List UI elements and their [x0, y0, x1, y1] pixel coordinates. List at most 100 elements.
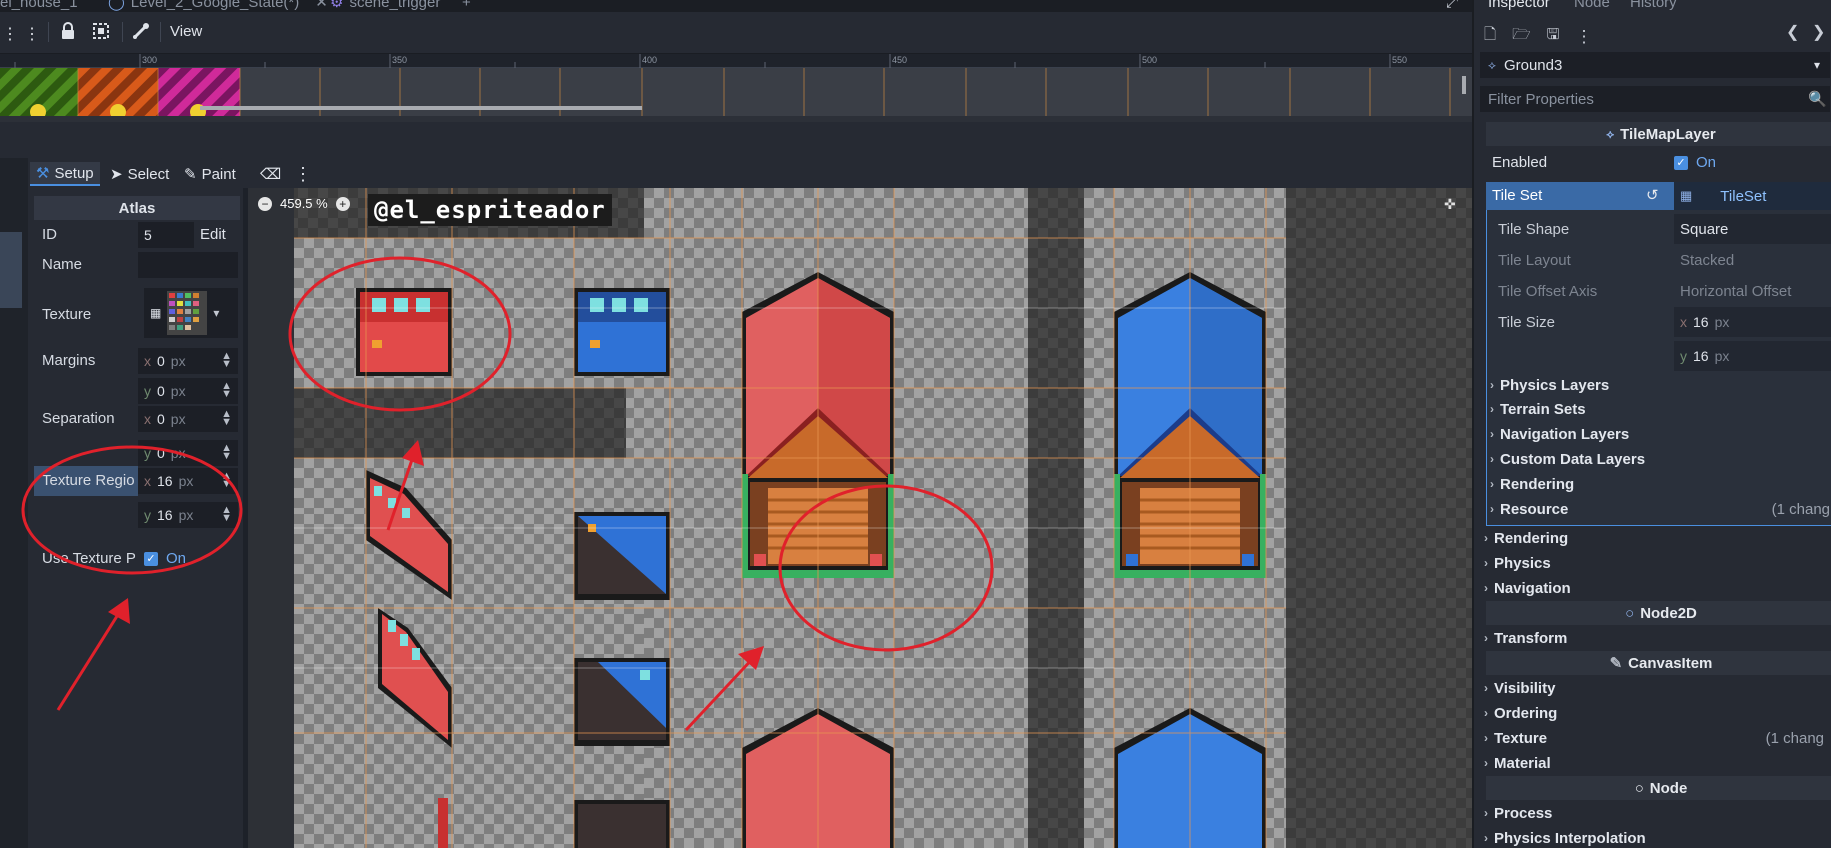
node2d-section-header[interactable]: ○ Node2D: [1486, 601, 1831, 625]
tilemap-icon: ⟡: [1488, 57, 1496, 72]
tilemap-preview-strip: [0, 68, 1472, 116]
node-selector[interactable]: ⟡ Ground3 ▾: [1480, 52, 1830, 78]
zoom-in-icon[interactable]: +: [335, 196, 350, 211]
history-back-icon[interactable]: ❮: [1786, 22, 1799, 42]
texture-region-y-field[interactable]: y 16 px ▲ ▼: [138, 502, 238, 528]
name-field[interactable]: [138, 252, 238, 278]
tile-offset-axis-value[interactable]: Horizontal Offset: [1680, 283, 1791, 300]
more-options-button[interactable]: ⋮: [288, 162, 318, 186]
group-physics[interactable]: › Physics: [1484, 551, 1831, 575]
group-resource[interactable]: › Resource (1 chang: [1490, 497, 1831, 521]
zoom-level[interactable]: 459.5 %: [280, 196, 328, 211]
use-texture-padding-checkbox[interactable]: ✓ On: [144, 550, 186, 567]
group-rendering[interactable]: › Rendering: [1484, 526, 1831, 550]
new-resource-icon[interactable]: 🗋: [1484, 24, 1496, 49]
scene-tab[interactable]: el_house_1: [0, 0, 78, 11]
separation-y-field[interactable]: y 0 px ▲ ▼: [138, 440, 238, 466]
group-transform[interactable]: › Transform: [1484, 626, 1831, 650]
spinner-icon[interactable]: ▲ ▼: [221, 409, 232, 428]
tab-node[interactable]: Node: [1574, 0, 1610, 11]
group-ordering[interactable]: › Ordering: [1484, 701, 1831, 725]
axis-y-label: y: [144, 507, 151, 523]
group-icon[interactable]: [92, 22, 110, 40]
filter-properties-input[interactable]: Filter Properties 🔍: [1480, 86, 1830, 112]
group-custom-data-layers[interactable]: › Custom Data Layers: [1490, 447, 1831, 471]
eraser-button[interactable]: ⌫: [254, 162, 287, 186]
tab-history[interactable]: History: [1630, 0, 1677, 11]
margins-y-field[interactable]: y 0 px ▲ ▼: [138, 378, 238, 404]
chevron-right-icon: ›: [1484, 556, 1488, 570]
more-icon[interactable]: ⋮: [1575, 27, 1592, 47]
revert-icon[interactable]: ↺: [1646, 186, 1659, 204]
texture-picker[interactable]: ▦ ▾: [144, 288, 238, 338]
chevron-right-icon: ›: [1484, 731, 1488, 745]
chevron-right-icon: ›: [1490, 378, 1494, 392]
open-folder-icon[interactable]: 🗁: [1512, 24, 1531, 49]
spinner-icon[interactable]: ▲ ▼: [221, 443, 232, 462]
more-icon[interactable]: ⋮: [24, 24, 40, 44]
add-tab-button[interactable]: +: [462, 0, 471, 11]
id-field[interactable]: 5: [138, 222, 194, 248]
canvasitem-section-header[interactable]: ✎ CanvasItem: [1486, 651, 1831, 675]
zoom-out-icon[interactable]: −: [258, 196, 272, 211]
tile-layout-value[interactable]: Stacked: [1680, 252, 1734, 269]
select-button[interactable]: ➤ Select: [104, 162, 175, 186]
bone-icon[interactable]: [132, 22, 150, 40]
enabled-checkbox[interactable]: ✓ On: [1674, 154, 1716, 171]
history-forward-icon[interactable]: ❯: [1812, 22, 1825, 42]
unit-label: px: [170, 411, 186, 427]
tileset-resource-picker[interactable]: ▦ TileSet: [1674, 182, 1831, 210]
tilemaplayer-section-header[interactable]: ⟡ TileMapLayer: [1486, 122, 1831, 146]
group-navigation-layers[interactable]: › Navigation Layers: [1490, 422, 1831, 446]
lock-icon[interactable]: [60, 22, 76, 40]
distraction-free-icon[interactable]: ⤢: [1446, 0, 1458, 11]
unit-label: px: [1714, 348, 1730, 364]
texture-region-x-field[interactable]: x 16 px ▲ ▼: [138, 468, 238, 494]
group-texture[interactable]: › Texture (1 chang: [1484, 726, 1831, 750]
tile-size-y-field[interactable]: y 16 px: [1674, 341, 1831, 371]
group-process[interactable]: › Process: [1484, 801, 1831, 825]
separation-y-value: 0: [157, 445, 165, 461]
margins-x-value: 0: [157, 353, 165, 369]
spinner-icon[interactable]: ▲ ▼: [221, 505, 232, 524]
spinner-icon[interactable]: ▲ ▼: [221, 351, 232, 370]
unit-label: px: [178, 507, 194, 523]
name-label: Name: [42, 256, 83, 273]
setup-button[interactable]: ⚒ Setup: [30, 162, 100, 186]
save-icon[interactable]: 🖫: [1547, 24, 1560, 49]
group-physics-layers[interactable]: › Physics Layers: [1490, 373, 1831, 397]
id-label: ID: [42, 226, 57, 243]
tool-icon[interactable]: ⋮: [2, 24, 18, 44]
atlas-list-item[interactable]: [0, 232, 22, 308]
tile-shape-select[interactable]: Square: [1674, 214, 1831, 244]
ruler-label: 300: [142, 55, 158, 65]
atlas-list-panel[interactable]: [0, 188, 28, 848]
scene-tab-trigger[interactable]: ⚙ scene_trigger: [330, 0, 440, 11]
tile-atlas-view[interactable]: − 459.5 % + @el_espriteador ✜: [248, 188, 1472, 848]
paint-button[interactable]: ✎ Paint: [178, 162, 242, 186]
chevron-right-icon: ›: [1490, 452, 1494, 466]
node-section-header[interactable]: ○ Node: [1486, 776, 1831, 800]
center-view-icon[interactable]: ✜: [1444, 196, 1456, 213]
chevron-right-icon: ›: [1484, 631, 1488, 645]
scene-tab-level2[interactable]: ◯ Level_2_Google_State(*) ✕: [108, 0, 328, 11]
separation-x-field[interactable]: x 0 px ▲ ▼: [138, 406, 238, 432]
margins-x-field[interactable]: x 0 px ▲ ▼: [138, 348, 238, 374]
chevron-down-icon[interactable]: ▾: [213, 306, 219, 320]
tab-inspector[interactable]: Inspector: [1488, 0, 1550, 11]
group-visibility[interactable]: › Visibility: [1484, 676, 1831, 700]
group-rendering-tileset[interactable]: › Rendering: [1490, 472, 1831, 496]
tile-size-x-value: 16: [1693, 314, 1709, 330]
spinner-icon[interactable]: ▲ ▼: [221, 471, 232, 490]
spinner-icon[interactable]: ▲ ▼: [221, 381, 232, 400]
group-physics-interpolation[interactable]: › Physics Interpolation: [1484, 826, 1831, 848]
view-menu[interactable]: View: [170, 23, 202, 40]
filter-placeholder: Filter Properties: [1488, 91, 1594, 108]
group-material[interactable]: › Material: [1484, 751, 1831, 775]
edit-button[interactable]: Edit: [200, 226, 226, 243]
group-terrain-sets[interactable]: › Terrain Sets: [1490, 397, 1831, 421]
group-label: Texture: [1494, 729, 1548, 747]
group-navigation[interactable]: › Navigation: [1484, 576, 1831, 600]
close-icon[interactable]: ✕: [315, 0, 328, 11]
tile-size-x-field[interactable]: x 16 px: [1674, 307, 1831, 337]
